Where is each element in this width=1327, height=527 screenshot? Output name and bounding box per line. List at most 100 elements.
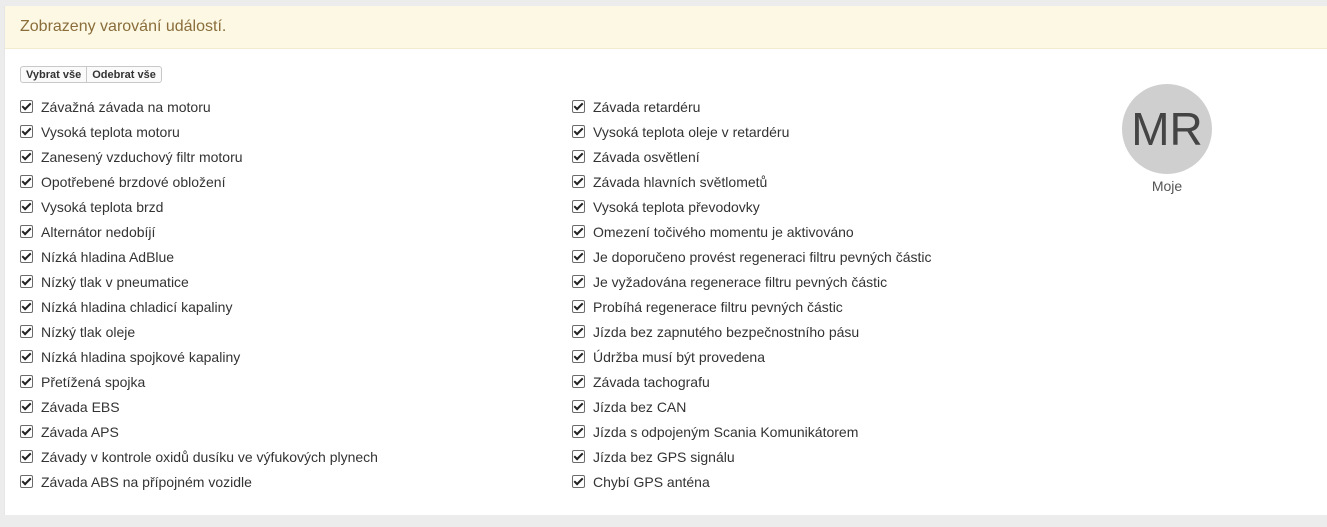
event-checkbox-item[interactable]: Závada EBS [20,394,378,419]
event-checkbox-item[interactable]: Omezení točivého momentu je aktivováno [572,219,932,244]
event-label: Jízda bez CAN [593,398,687,415]
event-label: Jízda bez GPS signálu [593,448,735,465]
event-label: Závada EBS [41,398,120,415]
event-label: Je vyžadována regenerace filtru pevných … [593,273,888,290]
event-label: Nízký tlak oleje [41,323,136,340]
event-checkbox-item[interactable]: Závažná závada na motoru [20,94,378,119]
checkbox-checked-icon[interactable] [20,225,33,238]
event-checkbox-item[interactable]: Závada ABS na přípojném vozidle [20,469,378,494]
event-label: Závady v kontrole oxidů dusíku ve výfuko… [41,448,378,465]
event-checkbox-item[interactable]: Jízda bez zapnutého bezpečnostního pásu [572,319,932,344]
event-checkbox-item[interactable]: Je vyžadována regenerace filtru pevných … [572,269,932,294]
checkbox-checked-icon[interactable] [20,425,33,438]
event-checkbox-item[interactable]: Závada APS [20,419,378,444]
checkbox-checked-icon[interactable] [572,375,585,388]
event-label: Nízká hladina chladicí kapaliny [41,298,233,315]
event-label: Přetížená spojka [41,373,146,390]
checkbox-checked-icon[interactable] [20,475,33,488]
checkbox-checked-icon[interactable] [572,250,585,263]
user-avatar-block[interactable]: MR Moje [1121,84,1213,194]
event-checkbox-item[interactable]: Závady v kontrole oxidů dusíku ve výfuko… [20,444,378,469]
event-checkbox-item[interactable]: Je doporučeno provést regeneraci filtru … [572,244,932,269]
event-label: Vysoká teplota převodovky [593,198,760,215]
checkbox-checked-icon[interactable] [20,100,33,113]
checkbox-checked-icon[interactable] [572,450,585,463]
checkbox-checked-icon[interactable] [20,450,33,463]
event-checkbox-item[interactable]: Probíhá regenerace filtru pevných částic [572,294,932,319]
event-checkbox-item[interactable]: Závada tachografu [572,369,932,394]
checkbox-checked-icon[interactable] [20,325,33,338]
event-checkbox-item[interactable]: Vysoká teplota převodovky [572,194,932,219]
event-label: Jízda s odpojeným Scania Komunikátorem [593,423,859,440]
event-label: Závada ABS na přípojném vozidle [41,473,252,490]
warning-alert: Zobrazeny varování událostí. [5,6,1327,49]
selection-button-group: Vybrat vše Odebrat vše [20,66,162,83]
event-checkbox-item[interactable]: Vysoká teplota oleje v retardéru [572,119,932,144]
deselect-all-button[interactable]: Odebrat vše [87,66,162,83]
event-checkbox-item[interactable]: Vysoká teplota brzd [20,194,378,219]
checkbox-checked-icon[interactable] [572,425,585,438]
event-checkbox-item[interactable]: Zanesený vzduchový filtr motoru [20,144,378,169]
event-checkbox-item[interactable]: Závada hlavních světlometů [572,169,932,194]
avatar[interactable]: MR [1122,84,1212,174]
event-checkbox-item[interactable]: Nízká hladina spojkové kapaliny [20,344,378,369]
checkbox-checked-icon[interactable] [20,375,33,388]
checkbox-checked-icon[interactable] [20,200,33,213]
event-label: Je doporučeno provést regeneraci filtru … [593,248,932,265]
checkbox-checked-icon[interactable] [572,225,585,238]
checkbox-checked-icon[interactable] [20,175,33,188]
event-label: Alternátor nedobíjí [41,223,156,240]
left-checkbox-list: Závažná závada na motoru Vysoká teplota m… [20,94,378,494]
checkbox-checked-icon[interactable] [572,300,585,313]
checkbox-checked-icon[interactable] [20,400,33,413]
checkbox-checked-icon[interactable] [572,325,585,338]
event-label: Závada retardéru [593,98,701,115]
event-label: Vysoká teplota oleje v retardéru [593,123,790,140]
checkbox-checked-icon[interactable] [572,275,585,288]
event-checkbox-item[interactable]: Opotřebené brzdové obložení [20,169,378,194]
checkbox-checked-icon[interactable] [20,350,33,363]
checkbox-checked-icon[interactable] [572,350,585,363]
events-panel: Zobrazeny varování událostí. Vybrat vše … [4,6,1327,515]
event-label: Probíhá regenerace filtru pevných částic [593,298,843,315]
event-checkbox-item[interactable]: Nízký tlak oleje [20,319,378,344]
checkbox-checked-icon[interactable] [572,475,585,488]
event-label: Údržba musí být provedena [593,348,765,365]
checkbox-checked-icon[interactable] [572,100,585,113]
event-checkbox-item[interactable]: Přetížená spojka [20,369,378,394]
event-checkbox-item[interactable]: Nízký tlak v pneumatice [20,269,378,294]
checkbox-checked-icon[interactable] [572,400,585,413]
event-checkbox-item[interactable]: Jízda s odpojeným Scania Komunikátorem [572,419,932,444]
checkbox-checked-icon[interactable] [572,200,585,213]
right-checkbox-list: Závada retardéru Vysoká teplota oleje v r… [572,94,932,494]
event-label: Jízda bez zapnutého bezpečnostního pásu [593,323,860,340]
event-checkbox-item[interactable]: Chybí GPS anténa [572,469,932,494]
checkbox-checked-icon[interactable] [20,275,33,288]
event-checkbox-item[interactable]: Údržba musí být provedena [572,344,932,369]
event-label: Závada APS [41,423,119,440]
event-checkbox-item[interactable]: Nízká hladina chladicí kapaliny [20,294,378,319]
event-label: Závada osvětlení [593,148,700,165]
event-checkbox-item[interactable]: Jízda bez GPS signálu [572,444,932,469]
checkbox-checked-icon[interactable] [572,125,585,138]
event-label: Nízká hladina AdBlue [41,248,175,265]
event-checkbox-item[interactable]: Vysoká teplota motoru [20,119,378,144]
event-label: Nízká hladina spojkové kapaliny [41,348,241,365]
select-all-button[interactable]: Vybrat vše [20,66,88,83]
checkbox-checked-icon[interactable] [572,175,585,188]
checkbox-checked-icon[interactable] [20,125,33,138]
checkbox-checked-icon[interactable] [20,250,33,263]
event-checkbox-item[interactable]: Alternátor nedobíjí [20,219,378,244]
checkbox-checked-icon[interactable] [20,300,33,313]
event-checkbox-item[interactable]: Jízda bez CAN [572,394,932,419]
event-checkbox-item[interactable]: Závada osvětlení [572,144,932,169]
event-checkbox-item[interactable]: Nízká hladina AdBlue [20,244,378,269]
checkbox-checked-icon[interactable] [572,150,585,163]
event-checkbox-item[interactable]: Závada retardéru [572,94,932,119]
event-label: Nízký tlak v pneumatice [41,273,189,290]
event-label: Závada tachografu [593,373,710,390]
event-label: Vysoká teplota motoru [41,123,180,140]
checkbox-checked-icon[interactable] [20,150,33,163]
event-label: Chybí GPS anténa [593,473,710,490]
avatar-label: Moje [1151,178,1183,194]
